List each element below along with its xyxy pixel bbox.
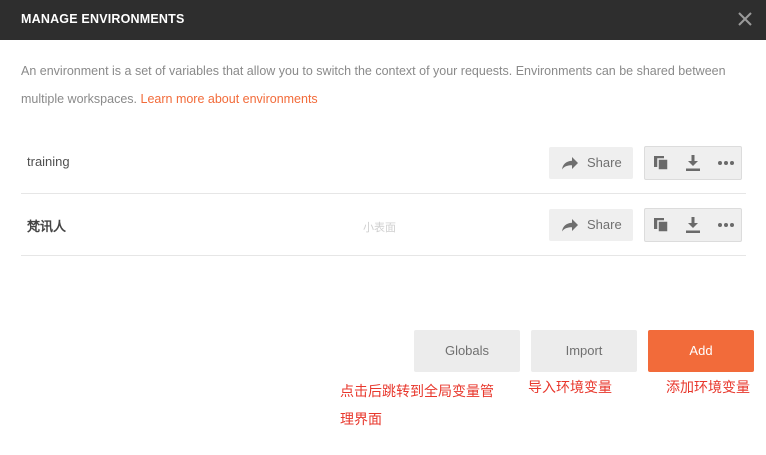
globals-annotation: 点击后跳转到全局变量管理界面 <box>340 384 494 428</box>
environment-name[interactable]: 梵讯人 <box>27 216 66 235</box>
learn-more-link[interactable]: Learn more about environments <box>141 92 318 106</box>
description-text: An environment is a set of variables tha… <box>21 64 726 106</box>
environment-name[interactable]: training <box>27 154 70 169</box>
import-annotation: 导入环境变量 <box>528 380 612 396</box>
share-icon <box>562 219 578 232</box>
modal-title: MANAGE ENVIRONMENTS <box>21 12 185 26</box>
share-label: Share <box>587 217 622 232</box>
share-button[interactable]: Share <box>549 209 633 241</box>
add-button[interactable]: Add <box>648 330 754 372</box>
more-options-icon[interactable] <box>709 209 741 241</box>
share-icon <box>562 157 578 170</box>
duplicate-icon[interactable] <box>645 147 677 179</box>
watermark: 小表面 <box>363 221 396 234</box>
environment-actions <box>644 208 742 242</box>
globals-button[interactable]: Globals <box>414 330 520 372</box>
download-icon[interactable] <box>677 209 709 241</box>
download-icon[interactable] <box>677 147 709 179</box>
import-button[interactable]: Import <box>531 330 637 372</box>
environment-row[interactable]: training Share <box>21 131 746 194</box>
modal-header: MANAGE ENVIRONMENTS <box>0 0 766 40</box>
description: An environment is a set of variables tha… <box>21 57 751 113</box>
add-annotation: 添加环境变量 <box>666 380 750 396</box>
more-options-icon[interactable] <box>709 147 741 179</box>
duplicate-icon[interactable] <box>645 209 677 241</box>
close-icon[interactable] <box>734 8 756 30</box>
environment-actions <box>644 146 742 180</box>
share-label: Share <box>587 155 622 170</box>
share-button[interactable]: Share <box>549 147 633 179</box>
